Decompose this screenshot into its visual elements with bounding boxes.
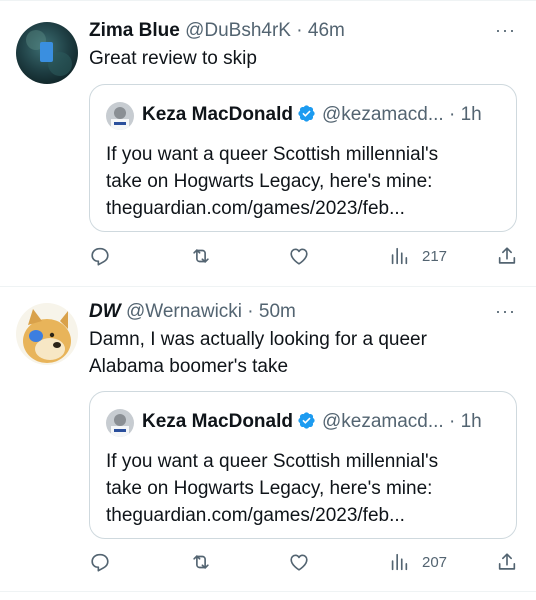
tweet-actions: 217 [89, 244, 519, 270]
separator-dot: · [247, 301, 254, 322]
reply-icon [91, 553, 109, 572]
quote-timestamp: 1h [460, 411, 482, 432]
retweet-icon [193, 249, 209, 263]
views-count: 217 [422, 247, 448, 265]
avatar-image [16, 303, 78, 365]
separator-dot: · [448, 411, 456, 432]
views-chart-icon [391, 553, 408, 571]
retweet-button[interactable] [190, 244, 212, 268]
views-button[interactable]: 217 [388, 244, 447, 268]
quote-text-line: If you want a queer Scottish millennial'… [106, 144, 439, 165]
views-button[interactable]: 207 [388, 550, 447, 574]
views-chart-icon [391, 247, 408, 265]
quote-text-line: If you want a queer Scottish millennial'… [106, 451, 439, 472]
like-button[interactable] [288, 244, 310, 268]
more-options-icon[interactable]: ··· [495, 20, 516, 41]
more-options-icon[interactable]: ··· [495, 301, 516, 322]
tweet-text-line: Damn, I was actually looking for a queer [89, 329, 427, 350]
heart-icon [290, 554, 308, 571]
like-button[interactable] [288, 550, 310, 574]
timestamp[interactable]: 50m [259, 301, 296, 322]
quote-link[interactable]: theguardian.com/games/2023/feb... [106, 502, 506, 529]
retweet-icon [193, 555, 209, 569]
separator-dot: · [448, 104, 456, 125]
tweet-header: Zima Blue @DuBsh4rK · 46m [89, 20, 345, 42]
quote-author-name: Keza MacDonald [142, 104, 293, 125]
share-button[interactable] [496, 550, 518, 574]
quote-text: If you want a queer Scottish millennial'… [106, 448, 506, 529]
quote-text-line: take on Hogwarts Legacy, here's mine: [106, 171, 433, 192]
tweet-text: Damn, I was actually looking for a queer… [89, 326, 509, 380]
reply-button[interactable] [89, 244, 111, 268]
reply-button[interactable] [89, 550, 111, 574]
author-name[interactable]: DW [89, 301, 121, 322]
tweet-header: DW @Wernawicki · 50m [89, 301, 296, 323]
author-name[interactable]: Zima Blue [89, 20, 180, 41]
tweet-1[interactable]: Zima Blue @DuBsh4rK · 46m ··· Great revi… [0, 0, 536, 286]
quoted-tweet[interactable]: Keza MacDonald @kezamacd... · 1h If you w… [89, 84, 517, 232]
timestamp[interactable]: 46m [308, 20, 345, 41]
quote-avatar-image [106, 102, 134, 130]
quote-header: Keza MacDonald @kezamacd... · 1h [142, 411, 482, 433]
tweet-divider [0, 591, 536, 592]
tweet-2[interactable]: DW @Wernawicki · 50m ··· Damn, I was act… [0, 287, 536, 600]
quote-avatar-image [106, 409, 134, 437]
quote-text-line: take on Hogwarts Legacy, here's mine: [106, 478, 433, 499]
share-button[interactable] [496, 244, 518, 268]
quote-timestamp: 1h [460, 104, 482, 125]
avatar[interactable] [16, 22, 78, 84]
avatar[interactable] [16, 303, 78, 365]
avatar-image [16, 22, 78, 84]
verified-badge-icon [298, 412, 315, 429]
quoted-tweet[interactable]: Keza MacDonald @kezamacd... · 1h If you w… [89, 391, 517, 539]
author-handle[interactable]: @Wernawicki [126, 301, 242, 322]
quote-author-name: Keza MacDonald [142, 411, 293, 432]
quote-header: Keza MacDonald @kezamacd... · 1h [142, 104, 482, 126]
share-icon [498, 247, 516, 264]
tweet-text-line: Alabama boomer's take [89, 356, 289, 377]
quote-avatar[interactable] [106, 102, 134, 130]
retweet-button[interactable] [190, 550, 212, 574]
quote-text: If you want a queer Scottish millennial'… [106, 141, 506, 222]
tweet-actions: 207 [89, 550, 519, 576]
quote-author-handle: @kezamacd... [321, 411, 444, 432]
verified-badge-icon [298, 105, 315, 122]
reply-icon [91, 247, 109, 266]
separator-dot: · [296, 20, 303, 41]
heart-icon [290, 248, 308, 265]
tweet-text: Great review to skip [89, 45, 509, 72]
views-count: 207 [422, 553, 448, 571]
share-icon [498, 553, 516, 570]
tweet-text-line: Great review to skip [89, 48, 257, 69]
quote-author-handle: @kezamacd... [321, 104, 444, 125]
quote-link[interactable]: theguardian.com/games/2023/feb... [106, 195, 506, 222]
quote-avatar[interactable] [106, 409, 134, 437]
author-handle[interactable]: @DuBsh4rK [185, 20, 291, 41]
